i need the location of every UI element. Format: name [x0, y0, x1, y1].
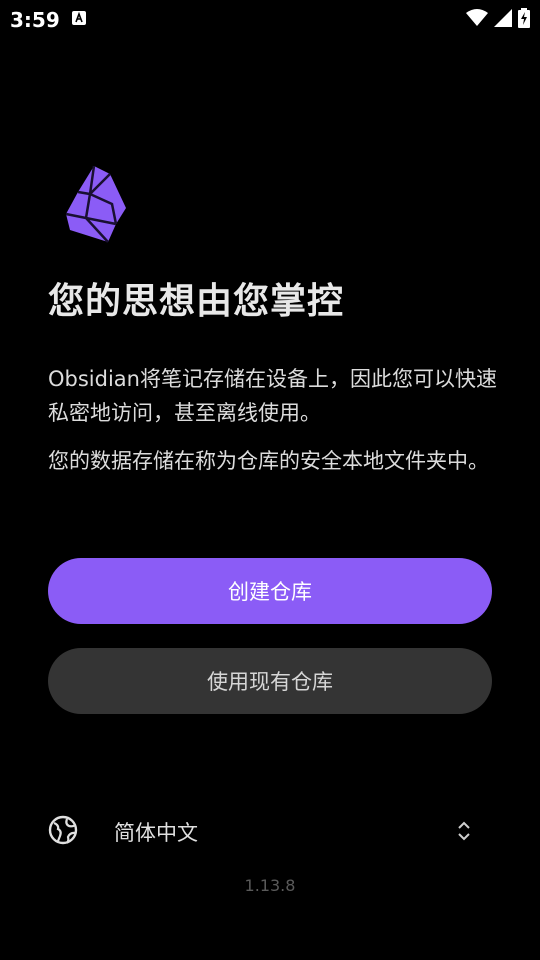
- wifi-icon: [466, 9, 488, 26]
- globe-icon: [48, 815, 78, 845]
- language-label: 简体中文: [114, 821, 198, 845]
- page-title: 您的思想由您掌控: [48, 281, 345, 322]
- use-existing-vault-button[interactable]: 使用现有仓库: [48, 648, 492, 714]
- battery-charging-icon: [518, 8, 530, 28]
- intro-paragraph: Obsidian将笔记存储在设备上，因此您可以快速私密地访问，甚至离线使用。: [48, 367, 497, 425]
- version-label: 1.13.8: [244, 876, 296, 895]
- vault-description-paragraph: 您的数据存储在称为仓库的安全本地文件夹中。: [48, 449, 489, 473]
- signal-icon: [494, 9, 512, 27]
- text-a-notification-icon: [72, 11, 86, 25]
- obsidian-logo-icon: [65, 165, 126, 243]
- create-vault-button[interactable]: 创建仓库: [48, 558, 492, 624]
- language-selector[interactable]: 简体中文: [48, 810, 492, 852]
- system-icons: [466, 8, 530, 28]
- status-bar: 3:59: [0, 0, 540, 38]
- chevron-up-down-icon: [458, 821, 470, 841]
- status-time: 3:59: [10, 8, 60, 32]
